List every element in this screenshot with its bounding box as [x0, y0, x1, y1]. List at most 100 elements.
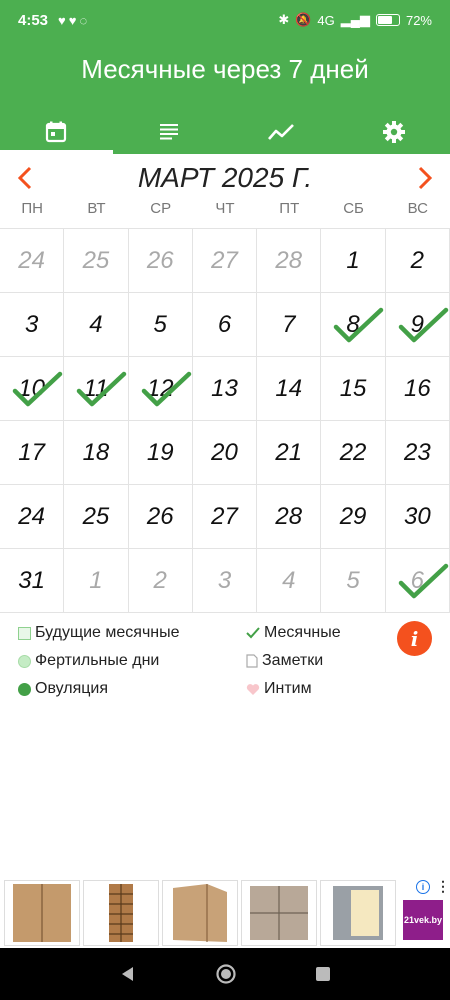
- day-number: 27: [211, 246, 238, 274]
- signal-icon: ▂▄▆: [340, 12, 370, 27]
- day-cell[interactable]: 1: [321, 229, 386, 293]
- day-number: 16: [403, 374, 431, 402]
- day-number: 14: [275, 374, 303, 402]
- day-cell[interactable]: 23: [385, 421, 450, 485]
- ad-info-icon[interactable]: i: [416, 880, 430, 894]
- day-cell[interactable]: 17: [0, 421, 65, 485]
- day-number: 26: [146, 502, 174, 530]
- day-cell[interactable]: 4: [64, 293, 129, 357]
- period-check-icon: [398, 307, 448, 343]
- app-bar: Месячные через 7 дней: [0, 40, 450, 154]
- day-cell[interactable]: 11: [64, 357, 129, 421]
- day-cell[interactable]: 4: [257, 549, 322, 613]
- recents-icon[interactable]: [315, 966, 331, 982]
- day-cell[interactable]: 26: [128, 485, 193, 549]
- heart-icon: [246, 683, 260, 695]
- list-icon: [159, 124, 178, 140]
- cabinet-image-icon: [13, 884, 71, 942]
- day-number: 31: [18, 566, 45, 594]
- period-check-icon: [77, 371, 127, 407]
- ad-banner[interactable]: [0, 878, 450, 948]
- legend-fertile: Фертильные дни: [18, 652, 159, 670]
- weekday-label: ВС: [407, 200, 428, 217]
- legend-label: Интим: [264, 680, 312, 697]
- home-icon[interactable]: [215, 963, 237, 985]
- day-cell[interactable]: 5: [128, 293, 193, 357]
- day-cell[interactable]: 3: [192, 549, 258, 613]
- notification-icons: ♥♥◌: [58, 12, 91, 28]
- tab-list[interactable]: [113, 110, 226, 154]
- gear-icon: [382, 121, 405, 143]
- day-cell[interactable]: 6: [192, 293, 258, 357]
- ad-menu-icon[interactable]: ⋮: [436, 878, 450, 895]
- day-cell[interactable]: 24: [0, 485, 65, 549]
- day-cell[interactable]: 21: [257, 421, 322, 485]
- prev-month-button[interactable]: [0, 158, 50, 198]
- day-cell[interactable]: 19: [128, 421, 193, 485]
- tab-calendar[interactable]: [0, 110, 113, 154]
- day-cell[interactable]: 1: [64, 549, 129, 613]
- day-cell[interactable]: 28: [257, 485, 322, 549]
- ad-brand-logo[interactable]: 21vek.by: [403, 900, 443, 940]
- day-cell[interactable]: 7: [257, 293, 322, 357]
- day-cell[interactable]: 2: [385, 229, 450, 293]
- next-month-button[interactable]: [400, 158, 450, 198]
- day-cell[interactable]: 15: [321, 357, 386, 421]
- day-number: 24: [18, 502, 45, 530]
- day-cell[interactable]: 18: [64, 421, 129, 485]
- day-number: 21: [275, 438, 303, 466]
- day-cell[interactable]: 16: [385, 357, 450, 421]
- period-check-icon: [334, 307, 384, 343]
- tab-settings[interactable]: [338, 110, 450, 154]
- day-cell[interactable]: 25: [64, 485, 129, 549]
- ad-product-cabinet[interactable]: [4, 880, 80, 946]
- day-cell[interactable]: 27: [192, 485, 258, 549]
- legend: Будущие месячные Месячные Фертильные дни…: [0, 620, 450, 710]
- back-icon[interactable]: [119, 965, 137, 983]
- day-cell[interactable]: 27: [192, 229, 258, 293]
- chevron-left-icon: [17, 166, 32, 190]
- ad-product-wall-cabinet[interactable]: [241, 880, 317, 946]
- day-cell[interactable]: 8: [321, 293, 386, 357]
- legend-periods: Месячные: [246, 624, 341, 642]
- day-cell[interactable]: 6: [385, 549, 450, 613]
- info-button[interactable]: i: [397, 621, 432, 656]
- day-cell[interactable]: 12: [128, 357, 193, 421]
- calendar-icon: [46, 121, 67, 143]
- ad-product-corner-cabinet[interactable]: [162, 880, 238, 946]
- day-cell[interactable]: 2: [128, 549, 193, 613]
- day-number: 24: [18, 246, 45, 274]
- status-right: ✱ 🔕 4G ▂▄▆ 72%: [278, 12, 432, 28]
- day-cell[interactable]: 31: [0, 549, 65, 613]
- month-header: МАРТ 2025 Г.: [0, 158, 450, 198]
- day-cell[interactable]: 28: [257, 229, 322, 293]
- ad-product-wine-rack[interactable]: [83, 880, 159, 946]
- ovulation-dot-icon: [18, 682, 31, 696]
- day-cell[interactable]: 22: [321, 421, 386, 485]
- day-cell[interactable]: 5: [321, 549, 386, 613]
- legend-label: Месячные: [264, 624, 341, 641]
- day-number: 25: [82, 502, 110, 530]
- day-cell[interactable]: 3: [0, 293, 65, 357]
- day-cell[interactable]: 26: [128, 229, 193, 293]
- day-number: 1: [346, 246, 360, 274]
- battery-label: 72%: [405, 12, 432, 28]
- day-cell[interactable]: 24: [0, 229, 65, 293]
- tab-chart[interactable]: [225, 110, 338, 154]
- day-cell[interactable]: 20: [192, 421, 258, 485]
- day-number: 19: [146, 438, 174, 466]
- day-number: 28: [275, 246, 303, 274]
- day-number: 5: [346, 566, 360, 594]
- bluetooth-icon: ✱: [278, 12, 290, 27]
- day-cell[interactable]: 29: [321, 485, 386, 549]
- day-number: 17: [18, 438, 45, 466]
- day-cell[interactable]: 30: [385, 485, 450, 549]
- day-cell[interactable]: 9: [385, 293, 450, 357]
- day-number: 2: [410, 246, 425, 274]
- day-cell[interactable]: 13: [192, 357, 258, 421]
- calendar-grid: 24 25 26 27 28 1 2 3 4 5 6 7 8 9 10 11 12 13 14 15 16 17 18 19 2…: [0, 228, 450, 613]
- ad-product-shelf[interactable]: [320, 880, 396, 946]
- day-cell[interactable]: 10: [0, 357, 65, 421]
- day-cell[interactable]: 25: [64, 229, 129, 293]
- day-cell[interactable]: 14: [257, 357, 322, 421]
